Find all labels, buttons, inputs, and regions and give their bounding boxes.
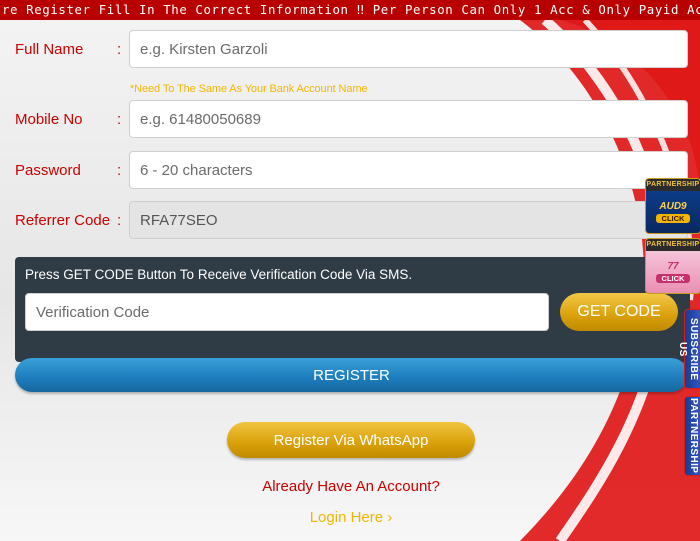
full-name-hint: *Need To The Same As Your Bank Account N… [130, 83, 368, 95]
badge-body: 77 CLICK [646, 251, 700, 293]
partnership-badge-aud9[interactable]: PARTNERSHIP AUD9 CLICK [645, 178, 700, 234]
full-name-label: Full Name [15, 41, 84, 58]
referrer-row: Referrer Code : [0, 201, 700, 241]
badge-brand: 77 [667, 261, 679, 272]
referrer-colon: : [117, 212, 122, 229]
partnership-tab[interactable]: PARTNERSHIP [684, 396, 700, 476]
marquee-text: re Register Fill In The Correct Informat… [2, 2, 700, 17]
login-link[interactable]: Login Here › [0, 509, 700, 526]
badge-click: CLICK [655, 214, 691, 223]
password-input[interactable] [129, 151, 688, 189]
badge-brand: AUD9 [659, 201, 687, 212]
full-name-input[interactable] [129, 30, 688, 68]
register-whatsapp-button[interactable]: Register Via WhatsApp [227, 422, 475, 458]
referrer-label: Referrer Code [15, 212, 111, 229]
mobile-label: Mobile No [15, 111, 83, 128]
verification-code-input[interactable] [25, 293, 549, 331]
verification-instruction: Press GET CODE Button To Receive Verific… [25, 267, 413, 282]
partnership-badge-77[interactable]: PARTNERSHIP 77 CLICK [645, 238, 700, 294]
announcement-marquee: re Register Fill In The Correct Informat… [0, 0, 700, 20]
mobile-row: Mobile No : [0, 100, 700, 140]
mobile-colon: : [117, 111, 122, 128]
full-name-row: Full Name : *Need To The Same As Your Ba… [0, 30, 700, 95]
badge-click: CLICK [655, 274, 691, 283]
full-name-colon: : [117, 41, 122, 58]
password-row: Password : [0, 151, 700, 191]
badge-body: AUD9 CLICK [646, 191, 700, 233]
mobile-input[interactable] [129, 100, 688, 138]
password-label: Password [15, 162, 81, 179]
referrer-input [129, 201, 688, 239]
register-button[interactable]: REGISTER [15, 358, 688, 392]
password-colon: : [117, 162, 122, 179]
verification-panel: Press GET CODE Button To Receive Verific… [15, 257, 690, 362]
have-account-text: Already Have An Account? [262, 478, 440, 495]
get-code-button[interactable]: GET CODE [560, 293, 678, 331]
badge-head: PARTNERSHIP [646, 239, 700, 251]
badge-head: PARTNERSHIP [646, 179, 700, 191]
subscribe-us-tab[interactable]: SUBSCRIBE US [677, 309, 700, 389]
